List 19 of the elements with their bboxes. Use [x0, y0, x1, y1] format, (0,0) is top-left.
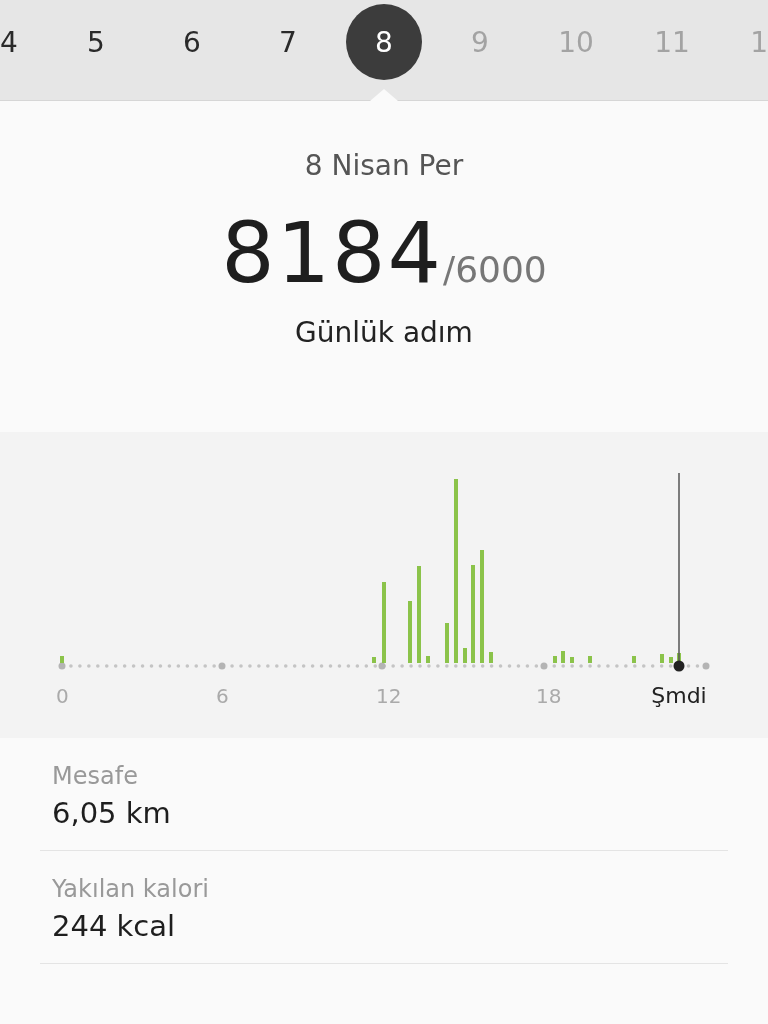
day-button[interactable]: 6	[154, 4, 230, 80]
axis-label: Şmdi	[651, 683, 707, 708]
day-button[interactable]: 5	[58, 4, 134, 80]
stat-value: 244 kcal	[52, 909, 177, 943]
day-button[interactable]: 8	[346, 4, 422, 80]
step-count: 8184	[221, 204, 443, 302]
day-button[interactable]: 7	[250, 4, 326, 80]
date-title: 8 Nisan Per	[304, 149, 464, 182]
steps-caption: Günlük adım	[295, 316, 473, 349]
axis-label: 12	[376, 684, 402, 708]
axis-label: 6	[216, 684, 229, 708]
day-button[interactable]: 4	[0, 4, 38, 80]
stat-value: 6,05 km	[52, 796, 172, 830]
axis-label: 0	[56, 684, 69, 708]
step-goal: /6000	[443, 249, 547, 290]
pointer-arrow	[370, 89, 398, 101]
stat-label: Mesafe	[52, 762, 139, 790]
stat-label: Yakılan kalori	[52, 875, 210, 903]
axis-label: 18	[536, 684, 562, 708]
